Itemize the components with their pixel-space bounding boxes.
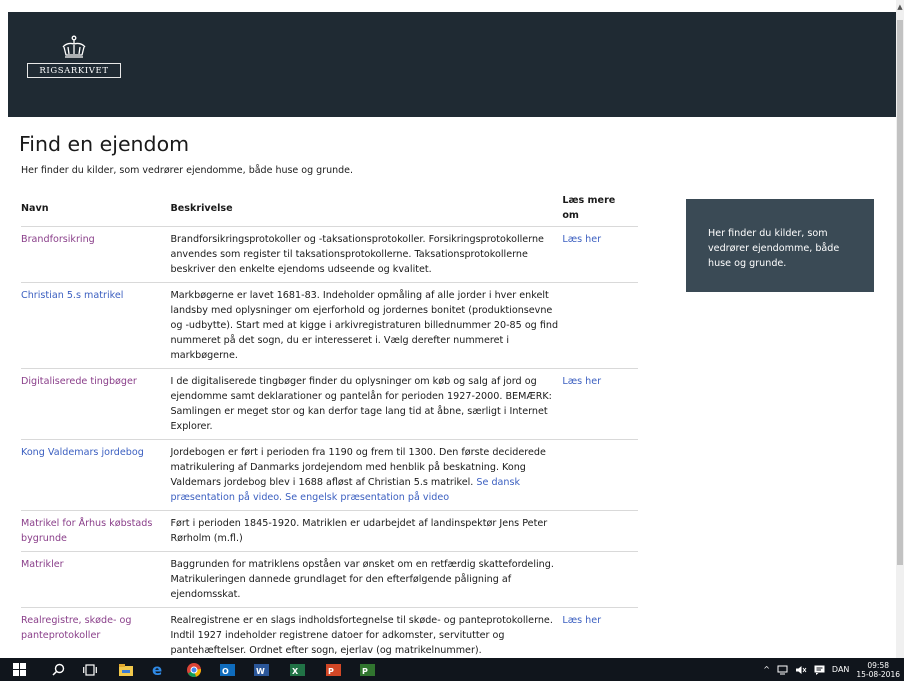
row-description: Brandforsikringsprotokoller og -taksatio… (170, 226, 563, 283)
read-more-link[interactable]: Læs her (562, 234, 601, 245)
search-icon[interactable] (51, 662, 66, 677)
svg-text:P: P (328, 667, 334, 676)
chrome-icon[interactable] (186, 662, 201, 677)
clock-time: 09:58 (867, 660, 890, 670)
source-link-kong-valdemars-jordebog[interactable]: Kong Valdemars jordebog (21, 447, 144, 458)
taskbar-clock[interactable]: 09:58 15-08-2016 (856, 661, 900, 679)
source-link-brandforsikring[interactable]: Brandforsikring (21, 234, 95, 245)
volume-muted-icon[interactable] (795, 665, 807, 675)
clock-date: 15-08-2016 (856, 669, 900, 679)
source-link-christian-5-matrikel[interactable]: Christian 5.s matrikel (21, 290, 123, 301)
row-description: I de digitaliserede tingbøger finder du … (170, 368, 563, 440)
column-header-name: Navn (21, 192, 171, 227)
network-icon[interactable] (777, 665, 788, 675)
windows-taskbar: e O W X P P ^ DAN 09:58 15-08-2016 (0, 658, 904, 681)
svg-text:O: O (222, 667, 229, 676)
row-description: Markbøgerne er lavet 1681-83. Indeholder… (170, 282, 563, 369)
crown-icon (62, 35, 86, 58)
window-top-edge (0, 0, 904, 12)
property-sources-table: Navn Beskrivelse Læs mere om Brandforsik… (21, 192, 638, 664)
svg-text:W: W (256, 667, 265, 676)
source-link-matrikel-aarhus[interactable]: Matrikel for Århus købstads bygrunde (21, 518, 152, 544)
svg-text:P: P (362, 667, 368, 676)
project-icon[interactable]: P (360, 662, 375, 677)
page-scrollbar[interactable]: ▲ (896, 0, 904, 658)
windows-icon[interactable] (12, 662, 27, 677)
read-more-link[interactable]: Læs her (562, 615, 601, 626)
column-header-read-more: Læs mere om (562, 192, 638, 227)
table-row: Christian 5.s matrikel Markbøgerne er la… (21, 282, 638, 369)
source-link-realregistre[interactable]: Realregistre, skøde- og panteprotokoller (21, 615, 131, 641)
table-row: Matrikel for Århus købstads bygrunde Før… (21, 510, 638, 552)
info-sidebox: Her finder du kilder, som vedrører ejend… (686, 199, 874, 292)
edge-icon[interactable]: e (151, 662, 166, 677)
site-header: Rigsarkivet (8, 12, 896, 117)
page-title: Find en ejendom (19, 132, 190, 156)
outlook-icon[interactable]: O (220, 662, 235, 677)
source-link-matrikler[interactable]: Matrikler (21, 559, 64, 570)
table-row: Matrikler Baggrunden for matriklens opst… (21, 551, 638, 608)
table-row: Digitaliserede tingbøger I de digitalise… (21, 368, 638, 440)
notification-icon[interactable] (814, 665, 825, 675)
scrollbar-thumb[interactable] (897, 20, 903, 565)
row-description: Baggrunden for matriklens opståen var øn… (170, 551, 563, 608)
svg-text:X: X (292, 667, 299, 676)
scroll-up-icon[interactable]: ▲ (896, 2, 904, 12)
page-intro: Her finder du kilder, som vedrører ejend… (21, 165, 354, 176)
table-row: Brandforsikring Brandforsikringsprotokol… (21, 226, 638, 283)
keyboard-language[interactable]: DAN (832, 665, 849, 674)
row-description: Realregistrene er en slags indholdsforte… (170, 607, 563, 664)
excel-icon[interactable]: X (290, 662, 305, 677)
word-icon[interactable]: W (254, 662, 269, 677)
logo-wordmark: Rigsarkivet (27, 63, 121, 78)
source-link-digitaliserede-tingboger[interactable]: Digitaliserede tingbøger (21, 376, 137, 387)
system-tray: ^ DAN 09:58 15-08-2016 (763, 658, 900, 681)
task-view-icon[interactable] (82, 662, 97, 677)
column-header-description: Beskrivelse (170, 192, 563, 227)
table-row: Realregistre, skøde- og panteprotokoller… (21, 607, 638, 664)
svg-text:e: e (152, 662, 162, 677)
read-more-link[interactable]: Læs her (562, 376, 601, 387)
table-row: Kong Valdemars jordebog Jordebogen er fø… (21, 439, 638, 511)
row-description: Ført i perioden 1845-1920. Matriklen er … (170, 510, 563, 552)
table-header-row: Navn Beskrivelse Læs mere om (21, 192, 638, 227)
show-hidden-icons-icon[interactable]: ^ (763, 665, 770, 674)
english-video-link[interactable]: Se engelsk præsentation på video (285, 492, 449, 503)
file-explorer-icon[interactable] (118, 662, 133, 677)
powerpoint-icon[interactable]: P (326, 662, 341, 677)
rigsarkivet-logo[interactable]: Rigsarkivet (27, 35, 121, 78)
row-description: Jordebogen er ført i perioden fra 1190 o… (170, 439, 563, 511)
